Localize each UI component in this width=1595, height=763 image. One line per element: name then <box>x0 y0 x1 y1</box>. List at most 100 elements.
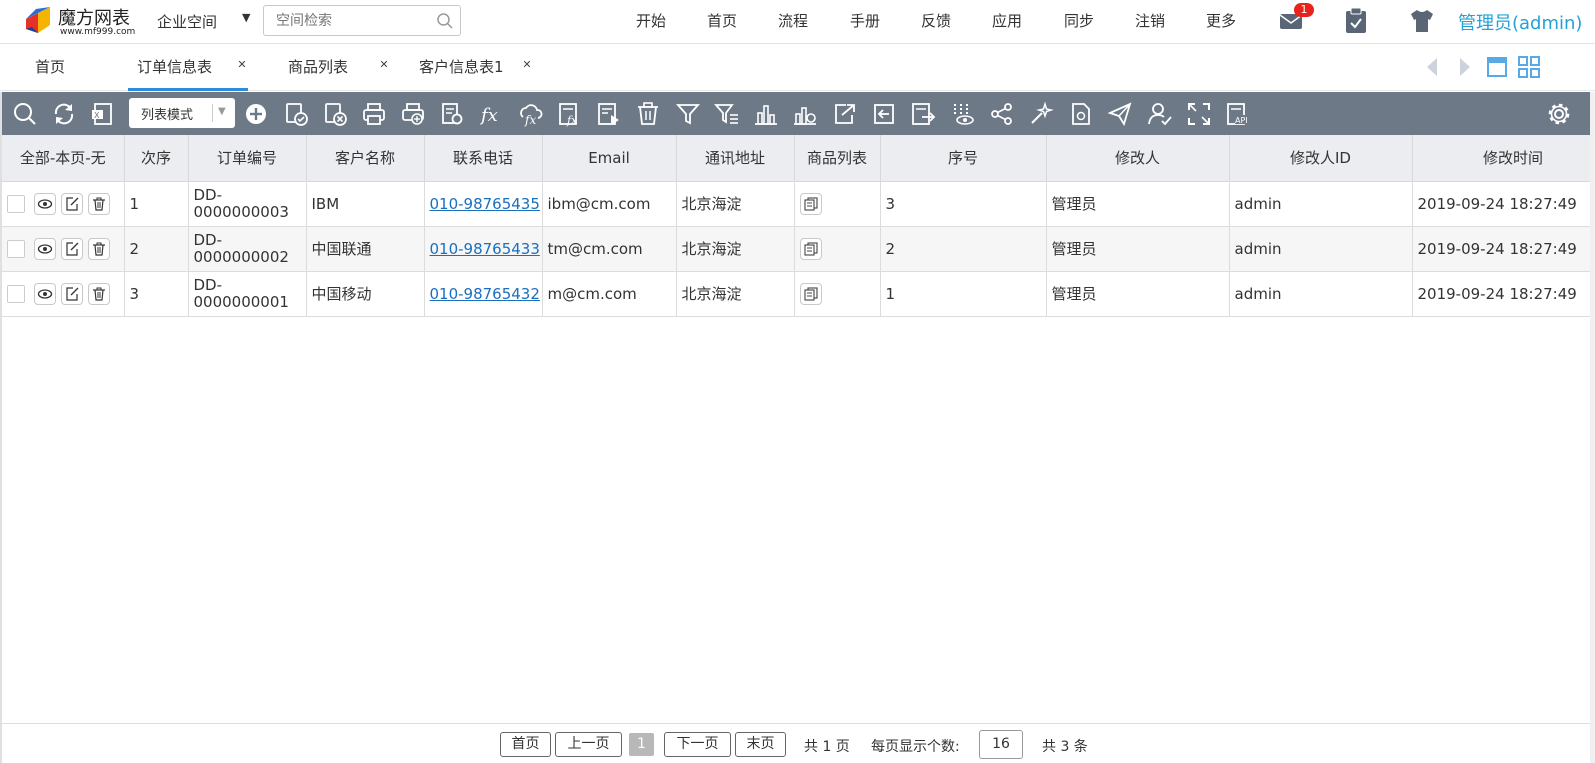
filter-icon[interactable] <box>675 101 701 127</box>
nav-manual[interactable]: 手册 <box>850 10 880 31</box>
phone-link[interactable]: 010-98765432 <box>430 285 540 303</box>
nav-start[interactable]: 开始 <box>636 10 666 31</box>
delete-button[interactable] <box>88 282 110 305</box>
tab-scroll-left-icon[interactable] <box>1421 55 1445 79</box>
prev-page-button[interactable]: 上一页 <box>555 732 622 757</box>
edit-button[interactable] <box>61 237 83 260</box>
maximize-icon[interactable] <box>1485 55 1509 79</box>
row-checkbox[interactable] <box>7 239 25 258</box>
edit-icon <box>66 286 79 301</box>
advanced-filter-icon[interactable] <box>714 101 740 127</box>
share-icon[interactable] <box>989 101 1015 127</box>
refresh-icon[interactable] <box>51 101 77 127</box>
excel-formula-icon[interactable]: fx <box>557 101 583 127</box>
view-button[interactable] <box>34 192 56 215</box>
product-list-button[interactable] <box>799 192 822 215</box>
excel-export-icon[interactable]: X <box>90 101 116 127</box>
close-tab-icon[interactable]: ✕ <box>520 58 534 72</box>
tile-windows-icon[interactable] <box>1517 55 1541 79</box>
user-name-link[interactable]: 管理员(admin) <box>1458 9 1582 35</box>
edit-button[interactable] <box>61 192 83 215</box>
column-header-phone[interactable]: 联系电话 <box>424 135 543 182</box>
reject-icon[interactable] <box>322 101 348 127</box>
product-list-button[interactable] <box>799 237 822 260</box>
column-header-products[interactable]: 商品列表 <box>794 135 881 182</box>
column-header-customer[interactable]: 客户名称 <box>306 135 425 182</box>
product-list-button[interactable] <box>799 282 822 305</box>
gear-icon[interactable] <box>1546 101 1572 127</box>
column-header-modifier-id[interactable]: 修改人ID <box>1229 135 1413 182</box>
tab-order-info[interactable]: 订单信息表 <box>128 45 248 91</box>
tab-customer-info[interactable]: 客户信息表1 <box>419 45 509 91</box>
close-tab-icon[interactable]: ✕ <box>377 58 391 72</box>
nav-workflow[interactable]: 流程 <box>778 10 808 31</box>
edit-button[interactable] <box>61 282 83 305</box>
delete-icon[interactable] <box>635 101 661 127</box>
phone-link[interactable]: 010-98765435 <box>430 195 540 213</box>
column-header-email[interactable]: Email <box>542 135 677 182</box>
row-checkbox[interactable] <box>7 194 25 213</box>
search-icon[interactable] <box>12 101 38 127</box>
clipboard-icon[interactable] <box>1343 7 1369 35</box>
delete-button[interactable] <box>88 192 110 215</box>
print-icon[interactable] <box>361 101 387 127</box>
next-page-button[interactable]: 下一页 <box>664 732 731 757</box>
space-selector[interactable]: 企业空间 <box>157 11 217 32</box>
last-page-button[interactable]: 末页 <box>735 732 786 757</box>
phone-link[interactable]: 010-98765433 <box>430 240 540 258</box>
column-header-modified-time[interactable]: 修改时间 <box>1412 135 1590 182</box>
column-visibility-icon[interactable] <box>950 101 976 127</box>
user-assign-icon[interactable] <box>1147 101 1173 127</box>
column-header-seq[interactable]: 次序 <box>124 135 189 182</box>
run-report-icon[interactable] <box>596 101 622 127</box>
space-search-input[interactable] <box>264 6 430 35</box>
column-header-index[interactable]: 序号 <box>880 135 1047 182</box>
send-icon[interactable] <box>1107 101 1133 127</box>
row-checkbox[interactable] <box>7 284 25 303</box>
stats-chart-icon[interactable] <box>792 101 818 127</box>
current-page-indicator[interactable]: 1 <box>629 733 654 756</box>
table-row[interactable]: 2 DD-0000000002 中国联通 010-98765433 tm@cm.… <box>2 226 1590 272</box>
api-icon[interactable]: API <box>1225 101 1251 127</box>
export-icon[interactable] <box>832 101 858 127</box>
search-icon[interactable] <box>436 12 454 30</box>
nav-home[interactable]: 首页 <box>707 10 737 31</box>
update-icon[interactable] <box>910 101 936 127</box>
view-mode-select[interactable]: 列表模式 ▼ <box>129 98 235 128</box>
nav-more[interactable]: 更多 <box>1206 10 1236 31</box>
batch-print-icon[interactable] <box>400 101 426 127</box>
settings-doc-icon[interactable] <box>439 101 465 127</box>
add-icon[interactable] <box>243 101 269 127</box>
bar-chart-icon[interactable] <box>753 101 779 127</box>
page-size-input[interactable]: 16 <box>979 730 1023 759</box>
column-header-address[interactable]: 通讯地址 <box>676 135 795 182</box>
view-button[interactable] <box>34 237 56 260</box>
tab-home[interactable]: 首页 <box>35 45 75 91</box>
approve-icon[interactable] <box>283 101 309 127</box>
close-tab-icon[interactable]: ✕ <box>235 58 249 72</box>
tab-scroll-right-icon[interactable] <box>1452 55 1476 79</box>
first-page-button[interactable]: 首页 <box>500 732 551 757</box>
nav-apps[interactable]: 应用 <box>992 10 1022 31</box>
nav-logout[interactable]: 注销 <box>1135 10 1165 31</box>
cloud-formula-icon[interactable]: fx <box>517 101 543 127</box>
nav-sync[interactable]: 同步 <box>1064 10 1094 31</box>
table-row[interactable]: 1 DD-0000000003 IBM 010-98765435 ibm@cm.… <box>2 181 1590 227</box>
select-scope-header[interactable]: 全部-本页-无 <box>2 135 125 182</box>
magic-icon[interactable] <box>1028 101 1054 127</box>
cell-products <box>794 271 881 317</box>
column-header-order-no[interactable]: 订单编号 <box>188 135 307 182</box>
formula-icon[interactable]: fx <box>478 101 504 127</box>
app-logo[interactable]: 魔方网表 www.mf999.com <box>20 3 140 39</box>
theme-skin-icon[interactable] <box>1408 8 1436 34</box>
delete-button[interactable] <box>88 237 110 260</box>
tab-product-list[interactable]: 商品列表 <box>288 45 358 91</box>
fullscreen-icon[interactable] <box>1186 101 1212 127</box>
table-row[interactable]: 3 DD-0000000001 中国移动 010-98765432 m@cm.c… <box>2 271 1590 317</box>
column-header-modifier[interactable]: 修改人 <box>1046 135 1230 182</box>
import-icon[interactable] <box>871 101 897 127</box>
document-icon[interactable] <box>1068 101 1094 127</box>
space-dropdown-icon[interactable]: ▼ <box>242 11 250 24</box>
nav-feedback[interactable]: 反馈 <box>921 10 951 31</box>
view-button[interactable] <box>34 282 56 305</box>
